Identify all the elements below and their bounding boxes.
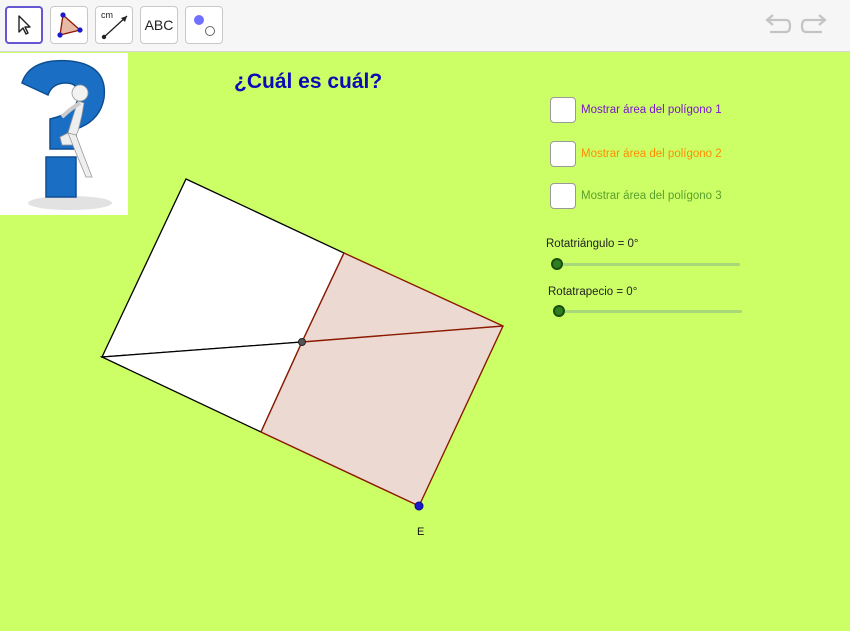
checkbox-polygon-3[interactable] xyxy=(550,183,576,209)
point-style-icon xyxy=(194,15,215,36)
polygon-icon xyxy=(57,12,83,38)
checkbox-polygon-3-label[interactable]: Mostrar área del polígono 3 xyxy=(581,190,722,202)
redo-button[interactable] xyxy=(800,12,830,40)
checkbox-polygon-1[interactable] xyxy=(550,97,576,123)
text-tool-button[interactable]: ABC xyxy=(140,6,178,44)
cursor-arrow-icon xyxy=(18,15,31,35)
distance-tool-label: cm xyxy=(101,10,113,20)
text-icon: ABC xyxy=(144,17,174,33)
checkbox-polygon-2-label[interactable]: Mostrar área del polígono 2 xyxy=(581,148,722,160)
slider-triangle-track[interactable] xyxy=(552,263,740,266)
slider-triangle-label: Rotatriángulo = 0° xyxy=(546,238,639,250)
move-tool-button[interactable] xyxy=(5,6,43,44)
slider-trapezoid-track[interactable] xyxy=(554,310,742,313)
point-e[interactable] xyxy=(414,501,424,511)
slider-trapezoid-handle[interactable] xyxy=(553,305,565,317)
slider-trapezoid-label: Rotatrapecio = 0° xyxy=(548,286,638,298)
slider-triangle-handle[interactable] xyxy=(551,258,563,270)
center-point[interactable] xyxy=(298,338,306,346)
polygon-tool-button[interactable] xyxy=(50,6,88,44)
undo-icon xyxy=(765,14,792,34)
page-title: ¿Cuál es cuál? xyxy=(234,70,383,93)
checkbox-polygon-1-label[interactable]: Mostrar área del polígono 1 xyxy=(581,104,722,116)
checkbox-polygon-2[interactable] xyxy=(550,141,576,167)
distance-icon: cm xyxy=(101,10,128,40)
undo-button[interactable] xyxy=(762,12,792,40)
question-mark-image xyxy=(0,53,128,215)
point-style-tool-button[interactable] xyxy=(185,6,223,44)
toolbar: cm ABC xyxy=(0,0,850,52)
redo-icon xyxy=(800,14,827,34)
distance-tool-button[interactable]: cm xyxy=(95,6,133,44)
